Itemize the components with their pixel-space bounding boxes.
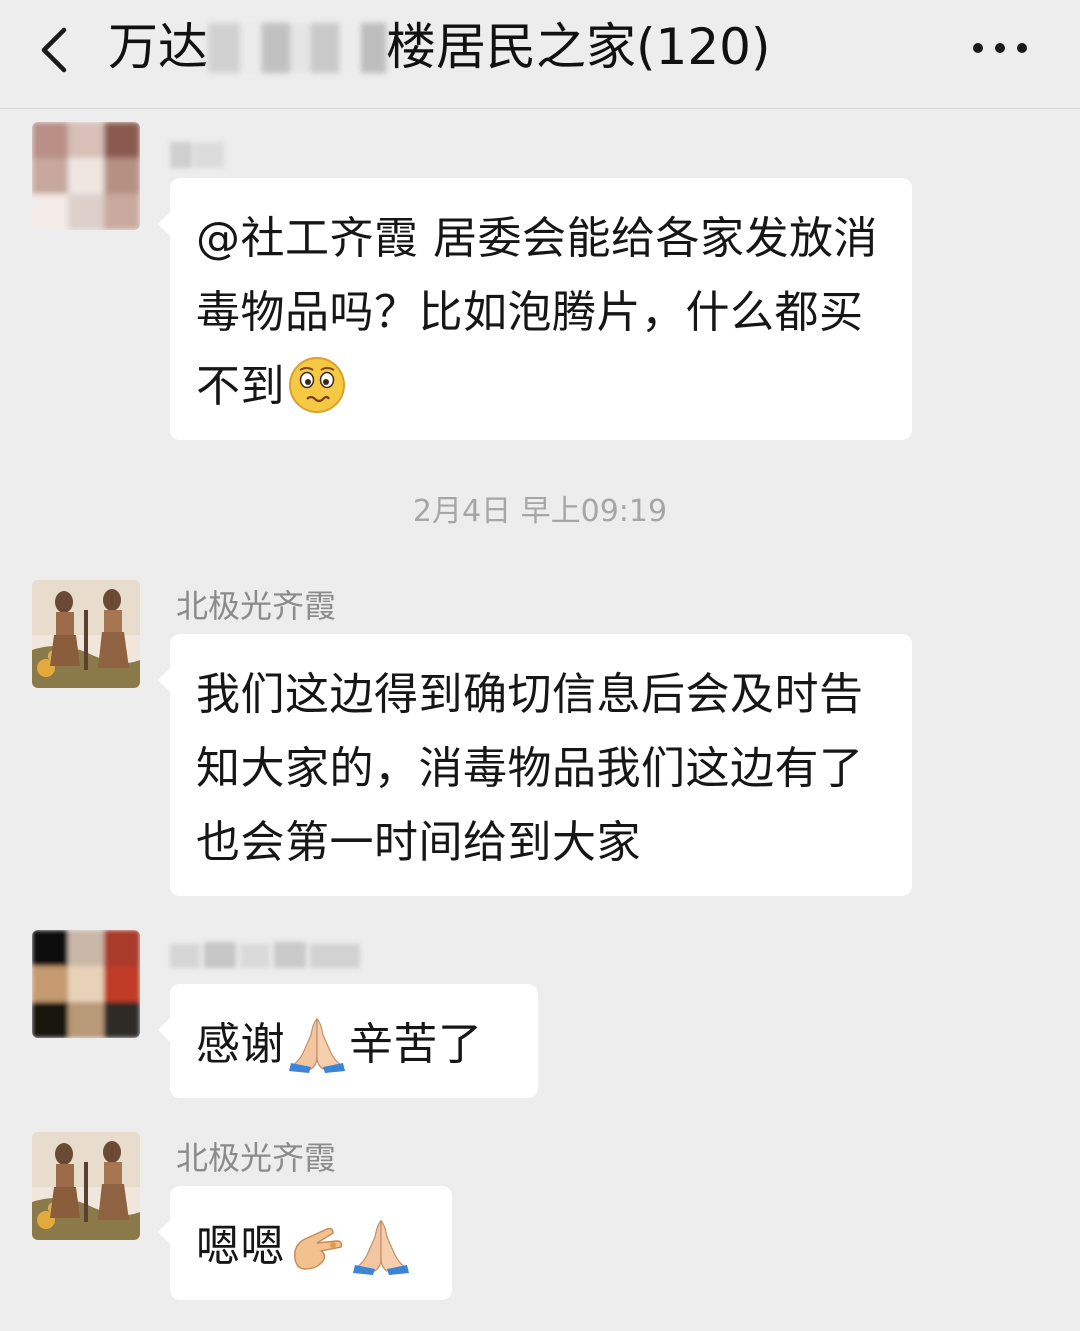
message-bubble[interactable]: 感谢 辛苦了 xyxy=(158,984,538,1098)
chevron-left-icon xyxy=(41,27,67,73)
message-bubble[interactable]: 我们这边得到确切信息后会及时告知大家的，消毒物品我们这边有了也会第一时间给到大家 xyxy=(158,634,912,896)
blurred-avatar-image xyxy=(32,122,140,230)
sender-name: 北极光齐霞 xyxy=(176,587,337,625)
avatar-image xyxy=(32,1132,140,1240)
avatar-image xyxy=(32,580,140,688)
message-text: 我们这边得到确切信息后会及时告知大家的，消毒物品我们这边有了也会第一时间给到大家 xyxy=(196,669,864,868)
avatar[interactable] xyxy=(32,930,140,1038)
blurred-avatar-image xyxy=(32,930,140,1038)
chat-title-suffix: 楼居民之家(120) xyxy=(386,18,771,76)
message-text-before: 感谢 xyxy=(196,1019,285,1070)
message-text-after: 辛苦了 xyxy=(349,1019,483,1070)
message-text: 嗯嗯 xyxy=(196,1221,285,1272)
folded-hands-emoji xyxy=(353,1219,409,1275)
folded-hands-emoji xyxy=(289,1017,345,1073)
avatar[interactable] xyxy=(32,580,140,688)
chat-header: 万达 楼居民之家(120) xyxy=(0,0,1080,109)
redacted-sender-name xyxy=(170,142,224,168)
date-divider: 2月4日 早上09:19 xyxy=(412,494,668,529)
redacted-title-segment xyxy=(208,22,386,73)
chat-title-prefix: 万达 xyxy=(108,18,208,76)
worried-face-emoji xyxy=(289,357,345,413)
more-options-button[interactable] xyxy=(968,28,1032,68)
back-button[interactable] xyxy=(28,20,88,80)
pinching-hand-emoji xyxy=(294,1227,343,1270)
message-bubble[interactable]: 嗯嗯 xyxy=(158,1186,452,1300)
avatar[interactable] xyxy=(32,1132,140,1240)
message-bubble[interactable]: @社工齐霞 居委会能给各家发放消毒物品吗？比如泡腾片，什么都买不到 xyxy=(158,178,912,440)
chat-title: 万达 楼居民之家(120) xyxy=(108,14,770,80)
avatar[interactable] xyxy=(32,122,140,230)
redacted-sender-name xyxy=(170,942,360,968)
sender-name: 北极光齐霞 xyxy=(176,1139,337,1177)
more-dots-icon xyxy=(973,43,1027,53)
